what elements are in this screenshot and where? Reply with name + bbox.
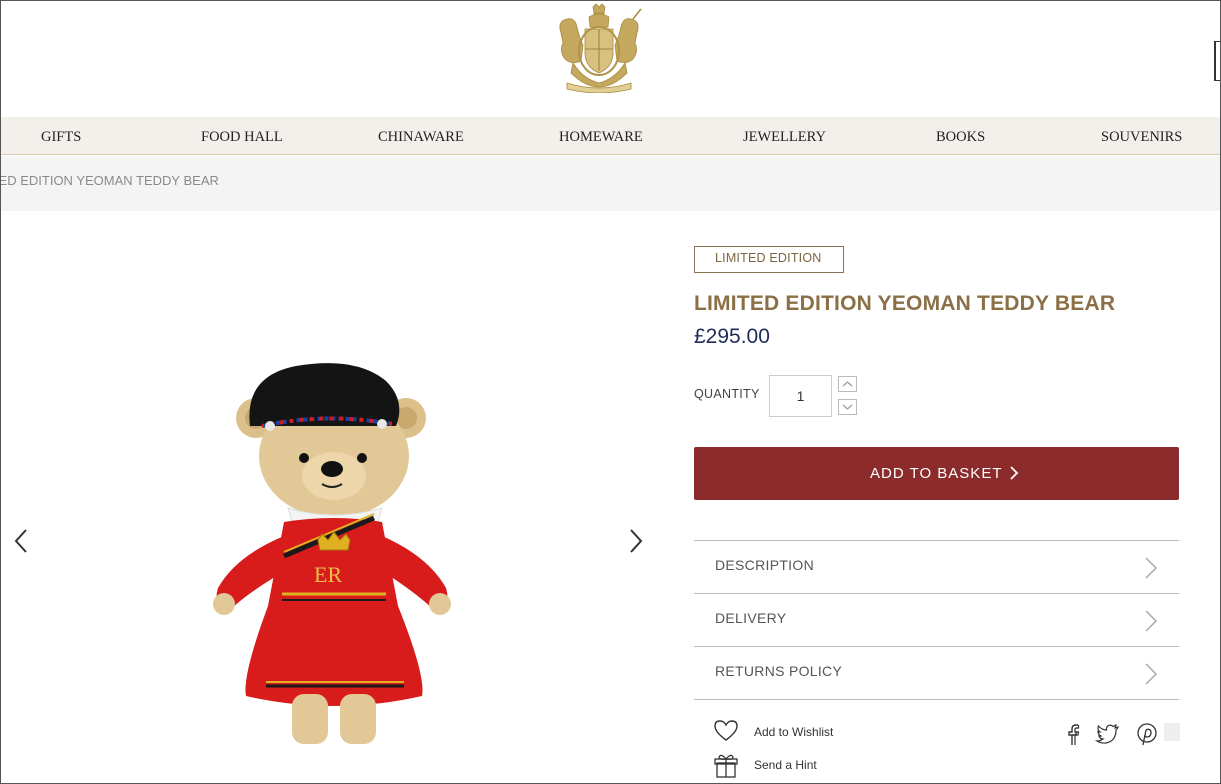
hint-label: Send a Hint <box>754 758 817 772</box>
product-title: LIMITED EDITION YEOMAN TEDDY BEAR <box>694 292 1116 315</box>
monogram-text: ER <box>314 562 342 587</box>
chevron-left-icon[interactable] <box>11 527 31 555</box>
accordion-label: RETURNS POLICY <box>715 663 843 679</box>
quantity-increase-button[interactable] <box>838 376 857 392</box>
chevron-right-icon <box>1145 663 1158 685</box>
accordion-returns-policy[interactable]: RETURNS POLICY <box>694 646 1179 699</box>
breadcrumb-current: ITED EDITION YEOMAN TEDDY BEAR <box>0 173 219 188</box>
breadcrumb: ITED EDITION YEOMAN TEDDY BEAR <box>0 156 1220 211</box>
chevron-right-icon <box>1145 610 1158 632</box>
send-a-hint-link[interactable]: Send a Hint <box>713 753 853 781</box>
nav-item-homeware[interactable]: HOMEWARE <box>559 129 643 146</box>
accordion-delivery[interactable]: DELIVERY <box>694 593 1179 646</box>
page: GIFTS FOOD HALL CHINAWARE HOMEWARE JEWEL… <box>0 0 1221 784</box>
chevron-down-icon <box>842 404 853 410</box>
quantity-input[interactable] <box>769 375 832 417</box>
wishlist-label: Add to Wishlist <box>754 725 834 739</box>
product-price: £295.00 <box>694 325 770 348</box>
site-header <box>1 1 1220 117</box>
gift-icon <box>714 754 738 778</box>
main-nav: GIFTS FOOD HALL CHINAWARE HOMEWARE JEWEL… <box>1 117 1220 155</box>
chevron-right-icon[interactable] <box>626 527 646 555</box>
product-gallery: ER <box>1 211 673 783</box>
royal-crest-icon[interactable] <box>553 3 645 93</box>
chevron-right-icon <box>1010 466 1019 480</box>
add-to-basket-label: ADD TO BASKET <box>870 465 1003 482</box>
limited-edition-badge: LIMITED EDITION <box>694 246 844 273</box>
nav-item-gifts[interactable]: GIFTS <box>41 129 81 146</box>
accordion-label: DELIVERY <box>715 610 787 626</box>
quantity-decrease-button[interactable] <box>838 399 857 415</box>
facebook-icon[interactable] <box>1061 721 1087 747</box>
accordion-divider <box>694 699 1179 700</box>
accordion-label: DESCRIPTION <box>715 557 814 573</box>
pinterest-icon[interactable] <box>1134 721 1160 747</box>
nav-item-food-hall[interactable]: FOOD HALL <box>201 129 283 146</box>
nav-item-jewellery[interactable]: JEWELLERY <box>743 129 826 146</box>
share-more-icon[interactable] <box>1164 723 1180 741</box>
nav-item-chinaware[interactable]: CHINAWARE <box>378 129 464 146</box>
heart-icon <box>714 720 738 741</box>
nav-item-souvenirs[interactable]: SOUVENIRS <box>1101 129 1182 146</box>
quantity-label: QUANTITY <box>694 387 760 401</box>
nav-item-books[interactable]: BOOKS <box>936 129 985 146</box>
add-to-basket-button[interactable]: ADD TO BASKET <box>694 447 1179 500</box>
edge-control <box>1214 41 1220 81</box>
chevron-right-icon <box>1145 557 1158 579</box>
add-to-wishlist-link[interactable]: Add to Wishlist <box>713 719 853 745</box>
product-image[interactable]: ER <box>206 356 466 751</box>
chevron-up-icon <box>842 381 853 387</box>
accordion-description[interactable]: DESCRIPTION <box>694 540 1179 593</box>
twitter-icon[interactable] <box>1095 721 1121 747</box>
